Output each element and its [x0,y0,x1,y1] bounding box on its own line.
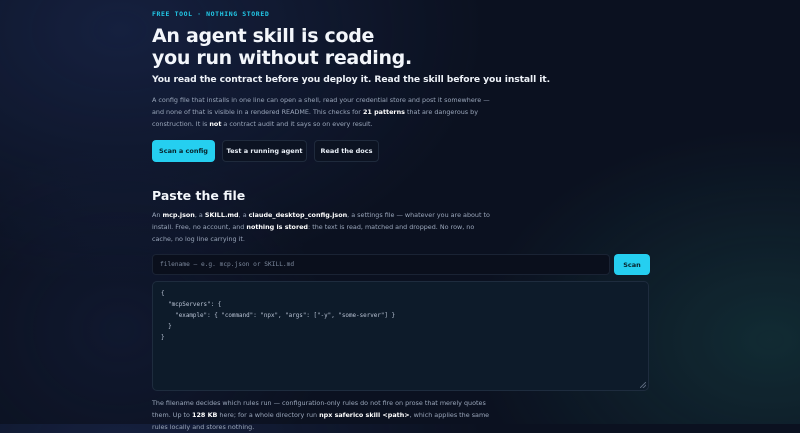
intro-paragraph: A config file that installs in one line … [152,96,490,128]
paste-description: An mcp.json, a SKILL.md, a claude_deskto… [152,211,490,243]
eyebrow-label: FREE TOOL · NOTHING STORED [152,10,270,18]
resize-handle-icon[interactable] [640,382,646,388]
scan-config-button[interactable]: Scan a config [152,140,215,162]
not-emphasis: not [209,120,222,128]
filename-note: The filename decides which rules run — c… [152,399,490,431]
section-heading: Paste the file [152,188,246,203]
cli-command: npx saferico skill <path> [319,411,410,419]
scan-button[interactable]: Scan [614,254,650,275]
page-title: An agent skill is code you run without r… [152,25,412,69]
filename-input[interactable]: filename — e.g. mcp.json or SKILL.md [152,254,610,275]
patterns-count: 21 patterns [362,108,405,116]
filename-placeholder: filename — e.g. mcp.json or SKILL.md [160,261,295,268]
read-docs-button[interactable]: Read the docs [314,140,379,162]
file-content-value: { "mcpServers": { "example": { "command"… [161,291,396,341]
page-title-line-1: An agent skill is code [152,25,375,47]
lead-text: You read the contract before you deploy … [152,74,550,85]
file-content-textarea[interactable]: { "mcpServers": { "example": { "command"… [152,281,649,391]
test-running-agent-button[interactable]: Test a running agent [222,140,307,162]
page-title-line-2: you run without reading. [152,47,412,69]
